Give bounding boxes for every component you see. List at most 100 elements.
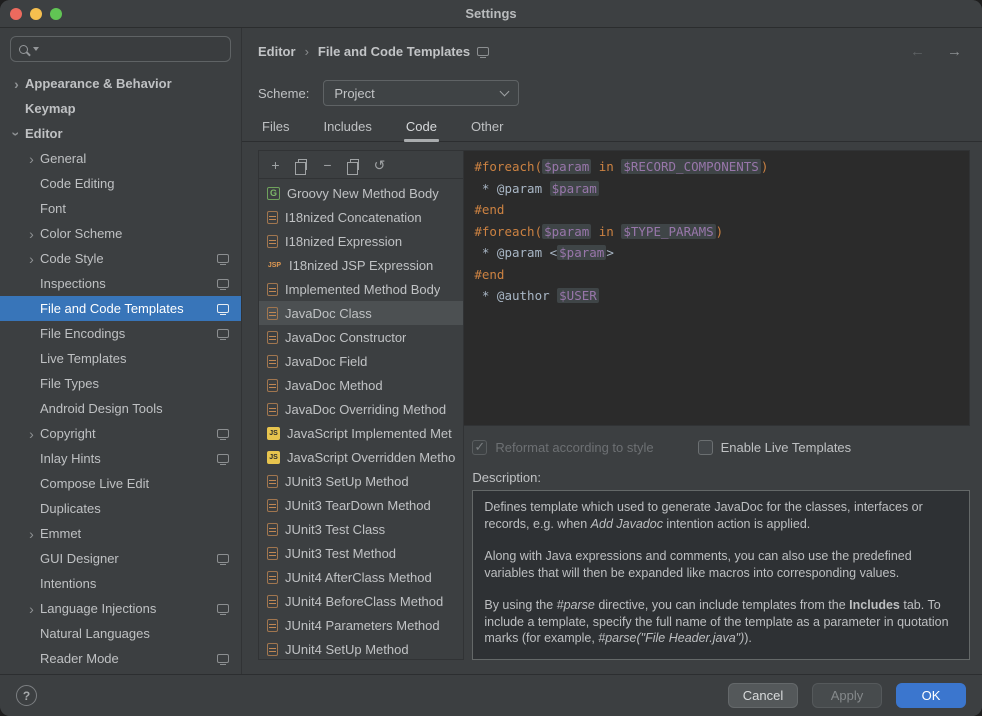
template-item-javadoc-field[interactable]: JavaDoc Field xyxy=(259,349,463,373)
template-item-i18nized-expression[interactable]: I18nized Expression xyxy=(259,229,463,253)
code-segment: #foreach( xyxy=(474,224,542,239)
sidebar-item-label: Reader Mode xyxy=(40,651,119,666)
sidebar-item-emmet[interactable]: ›Emmet xyxy=(0,521,241,546)
description-body[interactable]: Defines template which used to generate … xyxy=(472,490,970,660)
sidebar-item-general[interactable]: ›General xyxy=(0,146,241,171)
sidebar-item-label: Android Design Tools xyxy=(40,401,163,416)
sidebar-item-language-injections[interactable]: ›Language Injections xyxy=(0,596,241,621)
chevron-down-icon[interactable]: › xyxy=(10,125,24,142)
nav-forward-button[interactable]: → xyxy=(947,43,962,60)
minimize-window-button[interactable] xyxy=(30,8,42,20)
chevron-right-icon[interactable]: › xyxy=(23,227,40,241)
copy-template-icon[interactable] xyxy=(290,155,313,175)
template-item-junit3-teardown-method[interactable]: JUnit3 TearDown Method xyxy=(259,493,463,517)
template-item-javascript-implemented-met[interactable]: JSJavaScript Implemented Met xyxy=(259,421,463,445)
chevron-right-icon[interactable]: › xyxy=(8,77,25,91)
breadcrumb-editor[interactable]: Editor xyxy=(258,44,296,59)
chevron-right-icon[interactable]: › xyxy=(23,602,40,616)
groovy-icon: G xyxy=(267,187,280,200)
sidebar-item-file-and-code-templates[interactable]: File and Code Templates xyxy=(0,296,241,321)
sidebar-item-copyright[interactable]: ›Copyright xyxy=(0,421,241,446)
tab-code[interactable]: Code xyxy=(404,112,439,141)
template-icon xyxy=(267,523,278,536)
template-item-label: I18nized JSP Expression xyxy=(289,258,433,273)
template-item-junit3-test-method[interactable]: JUnit3 Test Method xyxy=(259,541,463,565)
enable-live-templates-checkbox[interactable] xyxy=(698,440,713,455)
template-item-junit3-setup-method[interactable]: JUnit3 SetUp Method xyxy=(259,469,463,493)
template-item-junit4-afterclass-method[interactable]: JUnit4 AfterClass Method xyxy=(259,565,463,589)
sidebar-item-natural-languages[interactable]: Natural Languages xyxy=(0,621,241,646)
scheme-select[interactable]: Project xyxy=(323,80,519,106)
sidebar-item-appearance-behavior[interactable]: ›Appearance & Behavior xyxy=(0,71,241,96)
add-template-icon[interactable]: + xyxy=(264,155,287,175)
reset-to-default-icon[interactable]: ↺ xyxy=(368,155,391,175)
sidebar-item-android-design-tools[interactable]: Android Design Tools xyxy=(0,396,241,421)
zoom-window-button[interactable] xyxy=(50,8,62,20)
sidebar-item-code-editing[interactable]: Code Editing xyxy=(0,171,241,196)
sidebar-item-font[interactable]: Font xyxy=(0,196,241,221)
template-item-javadoc-constructor[interactable]: JavaDoc Constructor xyxy=(259,325,463,349)
template-icon xyxy=(267,499,278,512)
template-item-javadoc-class[interactable]: JavaDoc Class xyxy=(259,301,463,325)
sidebar-item-live-templates[interactable]: Live Templates xyxy=(0,346,241,371)
titlebar: Settings xyxy=(0,0,982,28)
sidebar-item-label: File Encodings xyxy=(40,326,125,341)
sidebar-item-file-types[interactable]: File Types xyxy=(0,371,241,396)
settings-search-field[interactable] xyxy=(10,36,231,62)
sidebar-item-compose-live-edit[interactable]: Compose Live Edit xyxy=(0,471,241,496)
template-icon xyxy=(267,643,278,656)
template-item-groovy-new-method-body[interactable]: GGroovy New Method Body xyxy=(259,181,463,205)
template-item-javadoc-method[interactable]: JavaDoc Method xyxy=(259,373,463,397)
sidebar-item-keymap[interactable]: Keymap xyxy=(0,96,241,121)
sidebar-item-code-style[interactable]: ›Code Style xyxy=(0,246,241,271)
description-segment: Includes xyxy=(849,598,900,612)
screen-icon xyxy=(217,279,229,288)
sidebar-item-label: Font xyxy=(40,201,66,216)
sidebar-item-intentions[interactable]: Intentions xyxy=(0,571,241,596)
cancel-button[interactable]: Cancel xyxy=(728,683,798,708)
code-segment: ) xyxy=(761,159,769,174)
chevron-right-icon[interactable]: › xyxy=(23,152,40,166)
template-item-junit3-test-class[interactable]: JUnit3 Test Class xyxy=(259,517,463,541)
nav-back-button[interactable]: ← xyxy=(910,43,925,60)
tab-other[interactable]: Other xyxy=(469,112,506,141)
sidebar-item-reader-mode[interactable]: Reader Mode xyxy=(0,646,241,671)
template-item-label: JUnit4 BeforeClass Method xyxy=(285,594,443,609)
remove-template-icon[interactable]: − xyxy=(316,155,339,175)
template-item-junit4-beforeclass-method[interactable]: JUnit4 BeforeClass Method xyxy=(259,589,463,613)
sidebar-item-gui-designer[interactable]: GUI Designer xyxy=(0,546,241,571)
apply-button[interactable]: Apply xyxy=(812,683,882,708)
search-icon xyxy=(19,45,28,54)
code-editor[interactable]: #foreach($param in $RECORD_COMPONENTS) *… xyxy=(464,150,970,426)
template-item-i18nized-concatenation[interactable]: I18nized Concatenation xyxy=(259,205,463,229)
tab-files[interactable]: Files xyxy=(260,112,291,141)
template-item-javadoc-overriding-method[interactable]: JavaDoc Overriding Method xyxy=(259,397,463,421)
description-segment: Add Javadoc xyxy=(591,517,663,531)
help-button[interactable]: ? xyxy=(16,685,37,706)
reformat-checkbox[interactable] xyxy=(472,440,487,455)
template-item-junit4-setup-method[interactable]: JUnit4 SetUp Method xyxy=(259,637,463,659)
close-window-button[interactable] xyxy=(10,8,22,20)
template-item-javascript-overridden-metho[interactable]: JSJavaScript Overridden Metho xyxy=(259,445,463,469)
code-line: #foreach($param in $TYPE_PARAMS) xyxy=(474,221,959,243)
sidebar-item-color-scheme[interactable]: ›Color Scheme xyxy=(0,221,241,246)
template-item-i18nized-jsp-expression[interactable]: JSPI18nized JSP Expression xyxy=(259,253,463,277)
sidebar-item-inlay-hints[interactable]: Inlay Hints xyxy=(0,446,241,471)
chevron-right-icon[interactable]: › xyxy=(23,252,40,266)
template-item-implemented-method-body[interactable]: Implemented Method Body xyxy=(259,277,463,301)
code-segment: #foreach( xyxy=(474,159,542,174)
sidebar-item-inspections[interactable]: Inspections xyxy=(0,271,241,296)
search-input[interactable] xyxy=(42,42,222,57)
sidebar-item-label: Live Templates xyxy=(40,351,126,366)
tab-includes[interactable]: Includes xyxy=(321,112,373,141)
chevron-right-icon[interactable]: › xyxy=(23,527,40,541)
template-item-junit4-parameters-method[interactable]: JUnit4 Parameters Method xyxy=(259,613,463,637)
sidebar-item-file-encodings[interactable]: File Encodings xyxy=(0,321,241,346)
ok-button[interactable]: OK xyxy=(896,683,966,708)
chevron-down-icon xyxy=(500,86,510,96)
sidebar-item-duplicates[interactable]: Duplicates xyxy=(0,496,241,521)
chevron-right-icon[interactable]: › xyxy=(23,427,40,441)
duplicate-template-icon[interactable] xyxy=(342,155,365,175)
sidebar-item-editor[interactable]: ›Editor xyxy=(0,121,241,146)
breadcrumb: Editor › File and Code Templates ← → xyxy=(242,28,982,74)
